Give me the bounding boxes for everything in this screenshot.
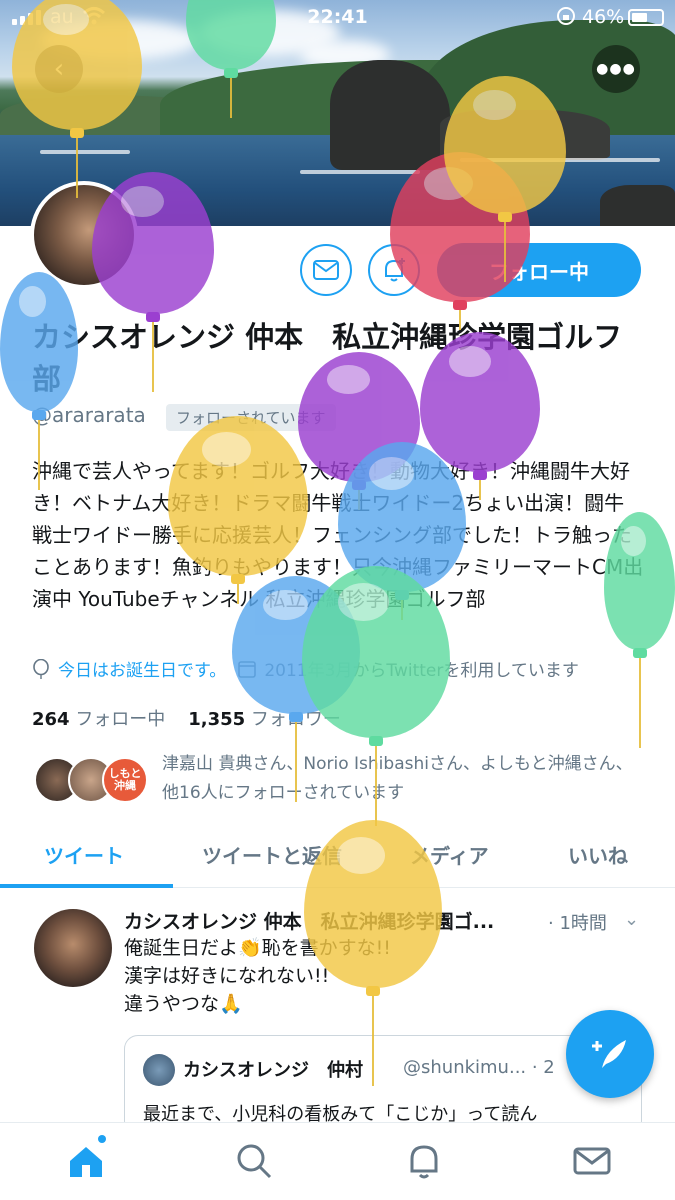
tweet-line: 違うやつな🙏 xyxy=(124,993,243,1015)
notifications-icon[interactable] xyxy=(404,1141,444,1181)
tab-likes[interactable]: いいね xyxy=(568,840,628,869)
quoted-author-name: カシスオレンジ 仲村 xyxy=(183,1060,363,1081)
follows-you-badge: フォローされています xyxy=(166,404,336,431)
following-link[interactable]: 264 フォロー中 xyxy=(32,709,165,730)
follow-counts: 264 フォロー中 1,355 フォロワー xyxy=(32,705,341,731)
bottom-nav xyxy=(0,1122,675,1200)
home-icon[interactable] xyxy=(66,1141,106,1181)
followers-count: 1,355 xyxy=(188,709,246,730)
birthday-text[interactable]: 今日はお誕生日です。 xyxy=(58,656,226,681)
mail-icon xyxy=(313,260,339,280)
followers-label: フォロワー xyxy=(250,709,341,730)
followed-by-avatars[interactable]: しもと沖縄 xyxy=(34,757,149,807)
battery-icon xyxy=(628,9,664,26)
more-button[interactable]: ●●● xyxy=(592,45,640,93)
avatar[interactable] xyxy=(34,909,112,987)
avatar xyxy=(143,1054,175,1086)
bell-plus-icon xyxy=(385,258,405,282)
tweet-line: 漢字は好きになれない!! xyxy=(124,965,330,987)
battery-percent: 46% xyxy=(582,6,625,28)
following-label: フォロー中 xyxy=(75,709,166,730)
joined-text: 2011年3月からTwitterを利用しています xyxy=(264,661,579,681)
calendar-icon xyxy=(238,660,257,678)
tweet-line: 俺誕生日だよ👏恥を書かすな!! xyxy=(124,937,391,959)
notify-button[interactable] xyxy=(368,244,420,296)
compose-button[interactable] xyxy=(566,1010,654,1098)
profile-tabs: ツイート ツイートと返信 メディア いいね xyxy=(0,818,675,888)
tab-tweets-replies[interactable]: ツイートと返信 xyxy=(202,840,342,869)
following-count: 264 xyxy=(32,709,70,730)
followers-link[interactable]: 1,355 フォロワー xyxy=(188,709,341,730)
balloon-icon xyxy=(33,658,49,679)
tweet-body: 俺誕生日だよ👏恥を書かすな!! 漢字は好きになれない!! 違うやつな🙏 xyxy=(124,934,391,1018)
rotation-lock-icon xyxy=(556,6,576,31)
following-button[interactable]: フォロー中 xyxy=(437,243,641,297)
status-bar: au 22:41 46% xyxy=(0,0,675,36)
more-dots-icon: ●●● xyxy=(596,61,636,77)
quoted-tweet[interactable]: カシスオレンジ 仲村 @shunkimu... · 2 最近まで、小児科の看板み… xyxy=(124,1035,642,1135)
profile-bio: 沖縄で芸人やってます！ゴルフ大好き！動物大好き！沖縄闘牛大好き！ベトナム大好き！… xyxy=(32,459,644,611)
tweet-author-name: カシスオレンジ 仲本 私立沖縄珍学園ゴ... xyxy=(124,911,495,933)
messages-icon[interactable] xyxy=(572,1141,612,1181)
tweet-time: · 1時間 xyxy=(548,913,607,934)
profile-avatar[interactable] xyxy=(30,181,138,289)
quoted-handle: @shunkimu... · 2 xyxy=(403,1057,555,1078)
chevron-left-icon: ‹ xyxy=(53,54,65,84)
tab-indicator xyxy=(0,884,173,888)
profile-handle: @arararata xyxy=(32,403,146,427)
avatar: しもと沖縄 xyxy=(102,757,148,803)
tweet[interactable]: カシスオレンジ 仲本 私立沖縄珍学園ゴ... · 1時間 ⌄ 俺誕生日だよ👏恥を… xyxy=(0,889,675,1135)
profile-name: カシスオレンジ 仲本 私立沖縄珍学園ゴルフ部 xyxy=(32,320,623,396)
compose-feather-icon xyxy=(592,1040,626,1068)
tab-tweets[interactable]: ツイート xyxy=(44,840,124,869)
search-icon[interactable] xyxy=(234,1141,274,1181)
back-button[interactable]: ‹ xyxy=(35,45,83,93)
unread-dot xyxy=(98,1135,106,1143)
tab-media[interactable]: メディア xyxy=(410,840,489,869)
message-button[interactable] xyxy=(300,244,352,296)
followed-by-text[interactable]: 津嘉山 貴典さん、Norio Ishibashiさん、よしもと沖縄さん、他16人… xyxy=(162,750,642,808)
chevron-down-icon[interactable]: ⌄ xyxy=(624,909,639,930)
profile-meta: 今日はお誕生日です。 2011年3月からTwitterを利用しています xyxy=(32,656,579,681)
